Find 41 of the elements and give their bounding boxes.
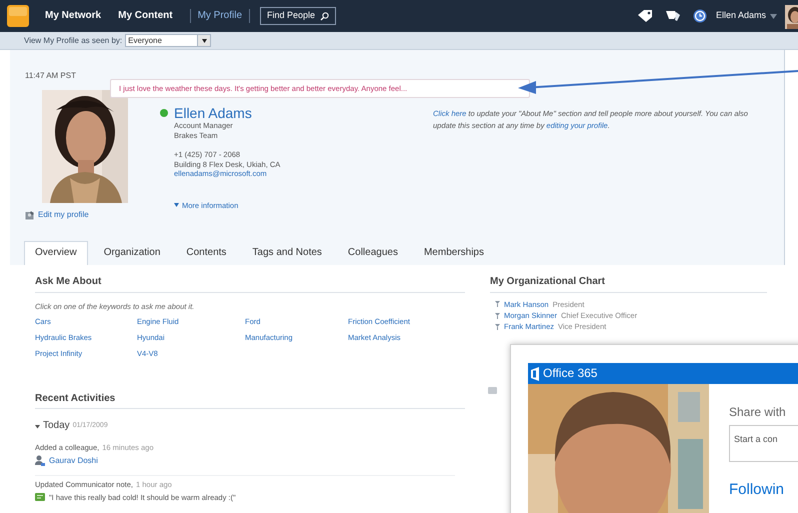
- post-time: 11:47 AM PST: [25, 71, 77, 82]
- following-heading: Followin: [729, 481, 786, 500]
- share-label: Share with: [729, 405, 787, 420]
- office-logo-icon: [531, 366, 539, 380]
- tag-icon[interactable]: [636, 9, 653, 23]
- edit-icon: [25, 210, 35, 220]
- expand-icon[interactable]: [495, 301, 500, 308]
- note-icon: [35, 493, 45, 502]
- section-heading: Recent Activities: [35, 392, 465, 410]
- caret-icon: [770, 14, 777, 18]
- brand-name: Office 365: [543, 366, 598, 381]
- presence-icon: [160, 109, 168, 117]
- share-input[interactable]: Start a con: [729, 425, 798, 462]
- expand-icon[interactable]: [495, 312, 500, 319]
- section-heading: Ask Me About: [35, 276, 465, 292]
- view-as-label: View My Profile as seen by:: [24, 36, 122, 46]
- logo-icon[interactable]: [7, 5, 29, 27]
- caret-icon: [174, 203, 179, 208]
- nav-link[interactable]: My Network: [45, 10, 102, 22]
- profile-tab[interactable]: Memberships: [414, 241, 494, 265]
- view-as-dropdown[interactable]: Everyone: [125, 34, 212, 47]
- profile-tab[interactable]: Contents: [176, 241, 236, 265]
- edit-profile-link[interactable]: Edit my profile: [25, 210, 150, 220]
- nav-link[interactable]: My Profile: [198, 10, 242, 22]
- caret-icon: [202, 38, 207, 42]
- nav-link[interactable]: My Content: [118, 10, 173, 22]
- profile-tab[interactable]: Organization: [94, 241, 170, 265]
- profile-tab[interactable]: Tags and Notes: [242, 241, 332, 265]
- profile-tab[interactable]: Overview: [24, 241, 88, 265]
- search-icon[interactable]: [320, 12, 330, 20]
- profile-tab[interactable]: Colleagues: [338, 241, 408, 265]
- profile-name: Ellen Adams: [174, 105, 252, 121]
- user-menu[interactable]: Ellen Adams: [716, 10, 777, 22]
- clock-icon[interactable]: [692, 9, 707, 23]
- notes-icon[interactable]: [664, 9, 681, 23]
- expand-icon[interactable]: [495, 324, 500, 330]
- find-people-button[interactable]: Find People: [260, 7, 336, 25]
- person-icon: [35, 455, 45, 466]
- colleague-link[interactable]: Gaurav Doshi: [49, 456, 98, 466]
- comment-icon[interactable]: [488, 386, 497, 394]
- section-heading: My Organizational Chart: [490, 276, 767, 292]
